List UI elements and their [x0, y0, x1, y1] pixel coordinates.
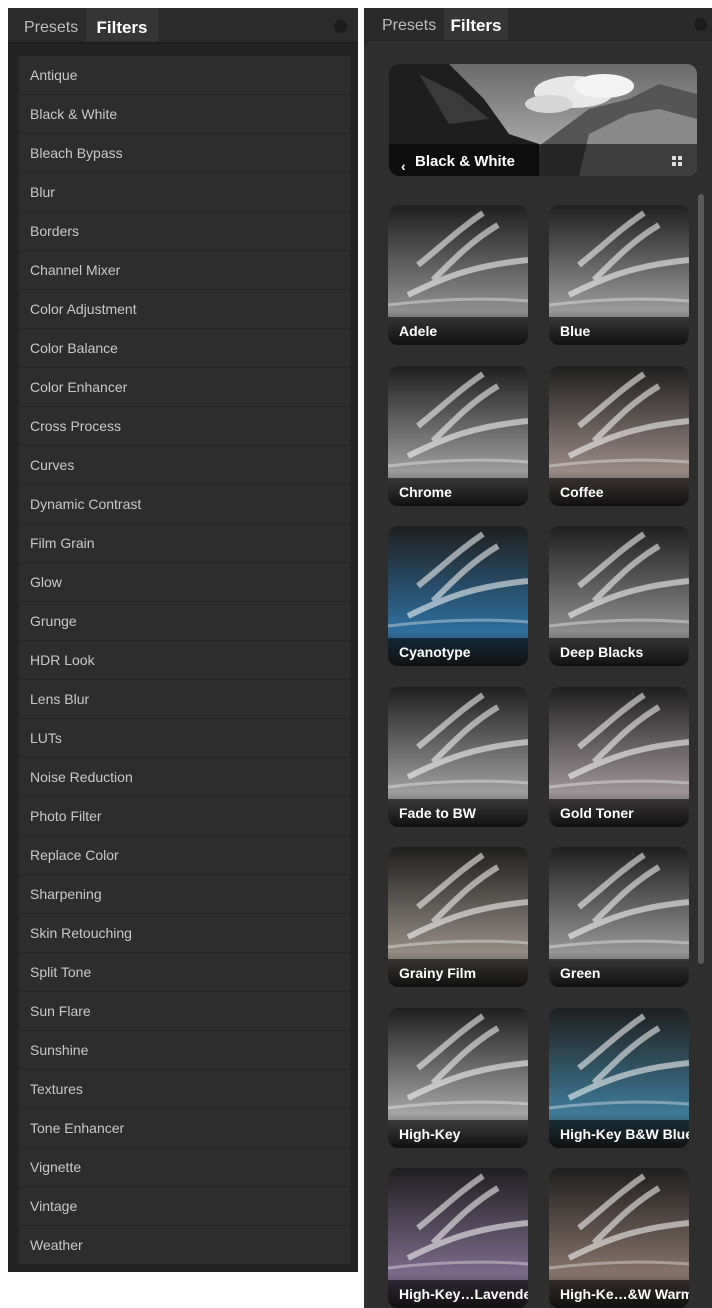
filter-list-item[interactable]: Channel Mixer — [19, 251, 350, 289]
back-icon[interactable]: ‹ — [401, 158, 406, 174]
tab-bar: Presets Filters — [364, 8, 712, 41]
preset-label: Chrome — [388, 478, 528, 506]
filter-categories-panel: Presets Filters Antique Black & White Blea… — [8, 8, 358, 1272]
tab-filters[interactable]: Filters — [86, 8, 158, 42]
preset-label: High-Key — [388, 1120, 528, 1148]
tab-presets[interactable]: Presets — [382, 8, 436, 40]
filter-list-item[interactable]: Glow — [19, 563, 350, 601]
preset-label: High-Ke…&W Warm — [549, 1280, 689, 1308]
filter-list-item[interactable]: Black & White — [19, 95, 350, 133]
filter-list-item[interactable]: Noise Reduction — [19, 758, 350, 796]
preset-label: Coffee — [549, 478, 689, 506]
filter-list-item[interactable]: Lens Blur — [19, 680, 350, 718]
preset-label: Blue — [549, 317, 689, 345]
filter-list-item[interactable]: Color Balance — [19, 329, 350, 367]
filter-list-item[interactable]: Film Grain — [19, 524, 350, 562]
filter-list-item[interactable]: Borders — [19, 212, 350, 250]
category-title: Black & White — [415, 153, 516, 170]
tab-filters[interactable]: Filters — [444, 8, 508, 40]
filter-list-item[interactable]: Replace Color — [19, 836, 350, 874]
filter-list-item[interactable]: Vintage — [19, 1187, 350, 1225]
preset-label: High-Key B&W Blue — [549, 1120, 689, 1148]
preset-label: High-Key…Lavende — [388, 1280, 528, 1308]
preset-thumbnail[interactable]: High-Ke…&W Warm — [549, 1168, 689, 1308]
preset-label: Green — [549, 959, 689, 987]
preset-thumbnail[interactable]: Fade to BW — [388, 687, 528, 827]
preset-thumbnail[interactable]: Coffee — [549, 366, 689, 506]
preset-thumbnail[interactable]: Blue — [549, 205, 689, 345]
preset-label: Cyanotype — [388, 638, 528, 666]
scrollbar[interactable] — [698, 194, 704, 964]
preset-label: Deep Blacks — [549, 638, 689, 666]
preset-thumbnail[interactable]: Chrome — [388, 366, 528, 506]
preset-thumbnail[interactable]: Green — [549, 847, 689, 987]
filter-list-item[interactable]: Blur — [19, 173, 350, 211]
filter-list-item[interactable]: Skin Retouching — [19, 914, 350, 952]
preset-thumbnail[interactable]: Gold Toner — [549, 687, 689, 827]
filter-list-item[interactable]: Tone Enhancer — [19, 1109, 350, 1147]
filter-list-item[interactable]: Bleach Bypass — [19, 134, 350, 172]
filter-list-item[interactable]: Vignette — [19, 1148, 350, 1186]
preset-thumbnail[interactable]: Cyanotype — [388, 526, 528, 666]
filter-list: Antique Black & White Bleach Bypass Blur Bor… — [19, 56, 350, 1265]
filter-list-item[interactable]: Dynamic Contrast — [19, 485, 350, 523]
preset-label: Grainy Film — [388, 959, 528, 987]
filter-list-item[interactable]: Cross Process — [19, 407, 350, 445]
filter-list-item[interactable]: Weather — [19, 1226, 350, 1264]
filter-list-item[interactable]: Curves — [19, 446, 350, 484]
panel-options-icon[interactable] — [694, 18, 707, 31]
category-header[interactable]: ‹ Black & White — [389, 64, 697, 176]
preset-thumbnail[interactable]: High-Key…Lavende — [388, 1168, 528, 1308]
preset-thumbnail[interactable]: Adele — [388, 205, 528, 345]
preset-label: Gold Toner — [549, 799, 689, 827]
filter-list-item[interactable]: Sunshine — [19, 1031, 350, 1069]
panel-options-icon[interactable] — [334, 20, 347, 33]
filter-list-item[interactable]: Grunge — [19, 602, 350, 640]
tab-bar: Presets Filters — [8, 8, 358, 43]
filter-list-item[interactable]: Sharpening — [19, 875, 350, 913]
filter-list-item[interactable]: Color Adjustment — [19, 290, 350, 328]
grid-view-icon[interactable] — [672, 156, 683, 167]
filter-list-item[interactable]: LUTs — [19, 719, 350, 757]
filter-list-item[interactable]: HDR Look — [19, 641, 350, 679]
filter-list-item[interactable]: Split Tone — [19, 953, 350, 991]
filter-list-item[interactable]: Photo Filter — [19, 797, 350, 835]
filter-list-item[interactable]: Antique — [19, 56, 350, 94]
preset-thumbnail[interactable]: Grainy Film — [388, 847, 528, 987]
filter-list-item[interactable]: Textures — [19, 1070, 350, 1108]
tab-presets[interactable]: Presets — [24, 8, 78, 42]
filter-list-item[interactable]: Color Enhancer — [19, 368, 350, 406]
preset-thumbnail[interactable]: High-Key — [388, 1008, 528, 1148]
preset-label: Adele — [388, 317, 528, 345]
filter-list-item[interactable]: Sun Flare — [19, 992, 350, 1030]
preset-thumbnail[interactable]: Deep Blacks — [549, 526, 689, 666]
filter-presets-panel: Presets Filters ‹ Black & White Adele Bl… — [364, 8, 712, 1308]
preset-thumbnail[interactable]: High-Key B&W Blue — [549, 1008, 689, 1148]
preset-label: Fade to BW — [388, 799, 528, 827]
